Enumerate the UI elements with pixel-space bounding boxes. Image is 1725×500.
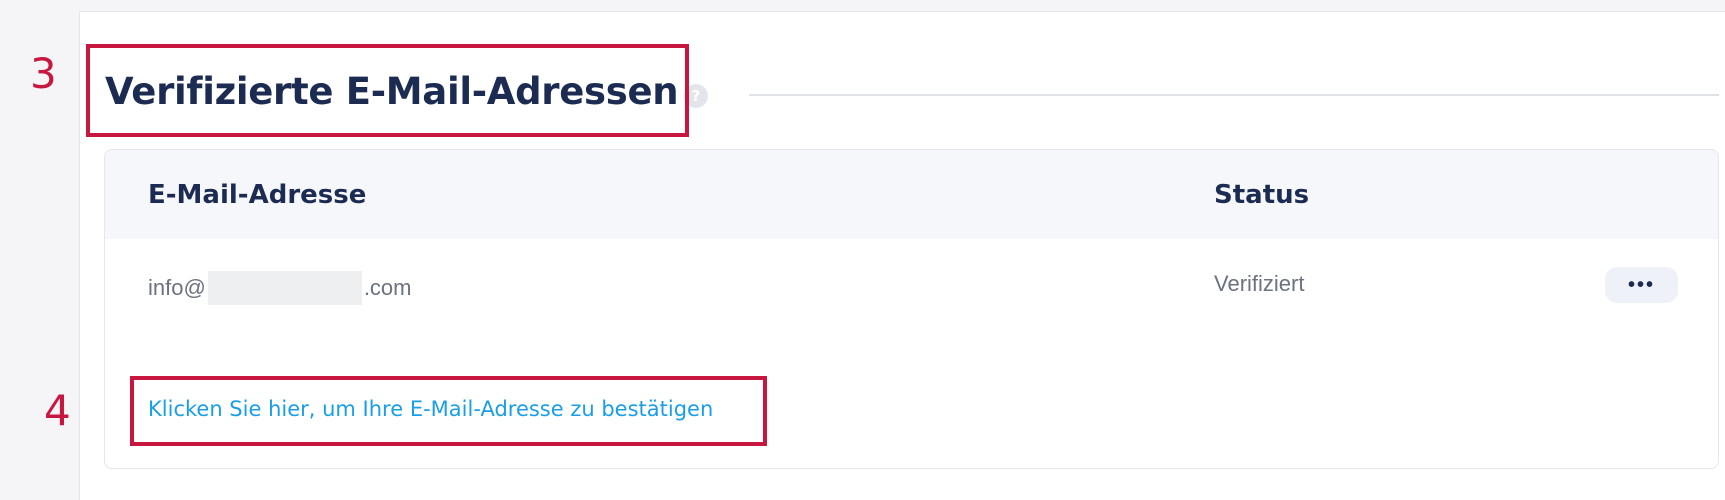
email-cell: info@ .com — [148, 271, 412, 305]
step-number-4: 4 — [44, 386, 71, 435]
more-options-button[interactable]: ••• — [1605, 267, 1678, 303]
email-prefix: info@ — [148, 275, 206, 300]
table-header: E-Mail-Adresse Status — [105, 150, 1718, 239]
section-divider — [749, 94, 1719, 96]
email-suffix: .com — [363, 275, 412, 300]
status-cell: Verifiziert — [1214, 271, 1305, 296]
redaction-block — [207, 271, 362, 305]
annotation-highlight-link — [130, 376, 767, 446]
column-header-email: E-Mail-Adresse — [148, 180, 367, 210]
table-row: info@ .com Verifiziert ••• — [105, 239, 1718, 349]
more-horizontal-icon: ••• — [1627, 273, 1655, 296]
step-number-3: 3 — [30, 49, 57, 98]
annotation-highlight-heading — [86, 44, 689, 137]
column-header-status: Status — [1214, 180, 1310, 210]
